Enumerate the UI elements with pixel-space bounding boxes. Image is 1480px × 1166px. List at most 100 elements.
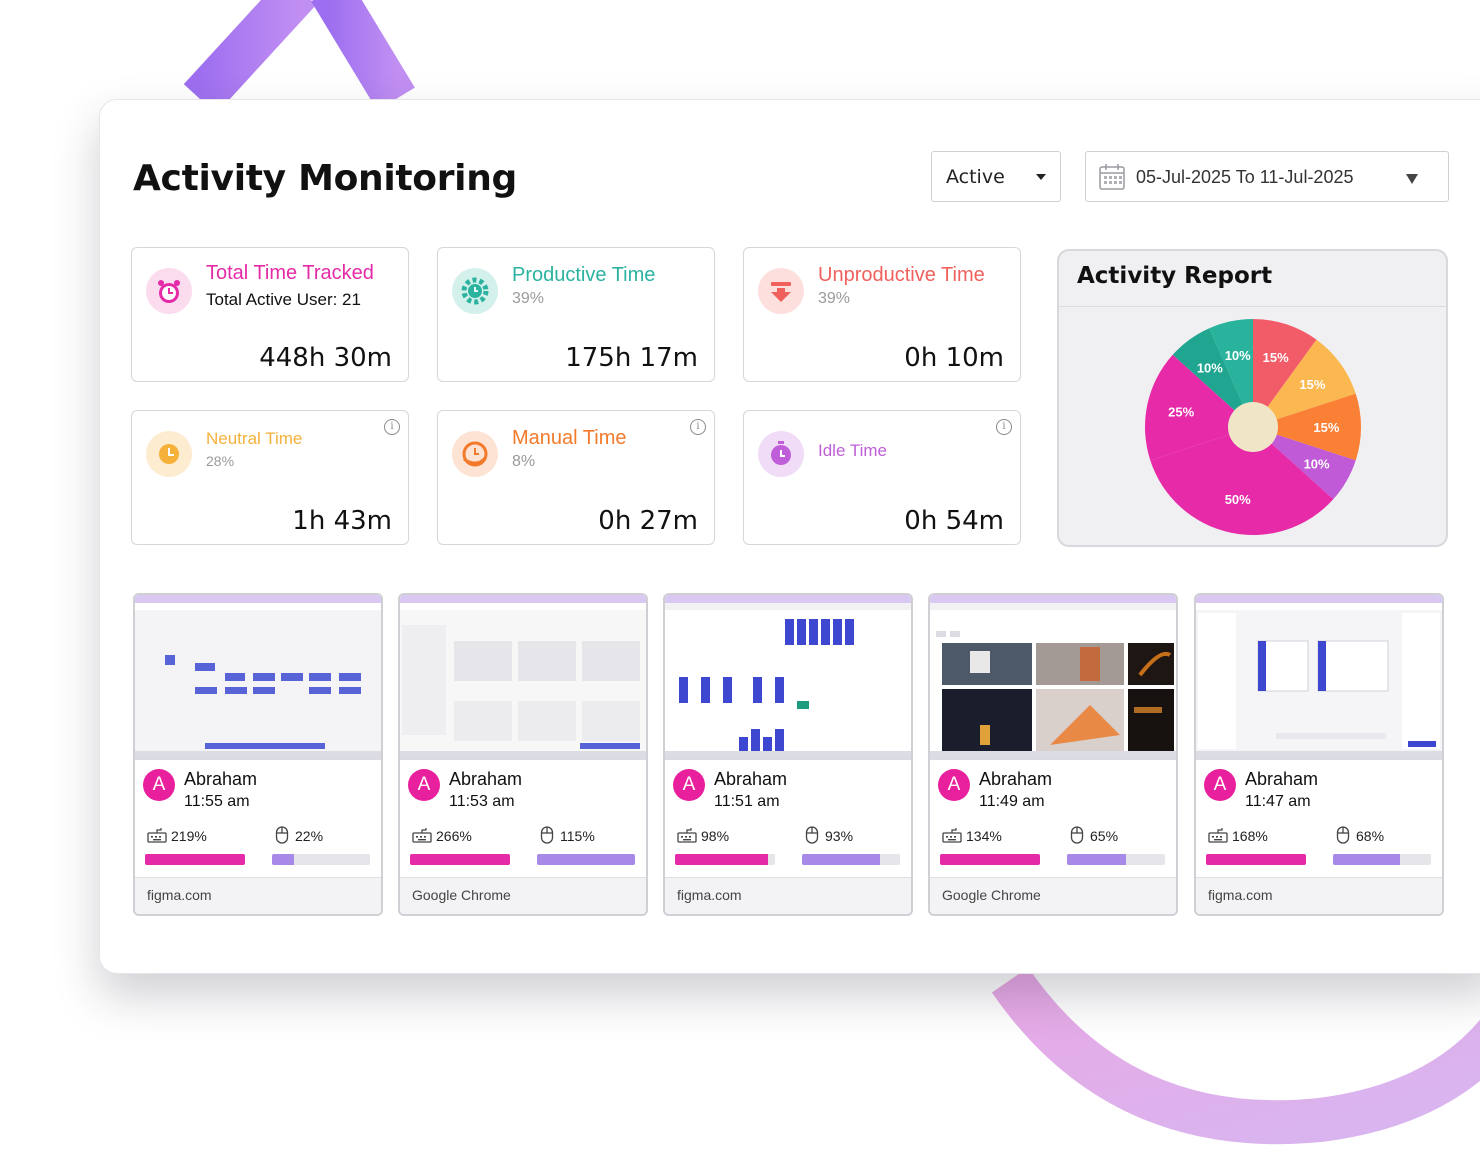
card-footer: figma.com	[665, 877, 911, 914]
pie-slice-label: 15%	[1299, 377, 1325, 392]
stat-manual-time[interactable]: Manual Time 8% i 0h 27m	[437, 410, 715, 545]
mouse-percent: 115%	[560, 828, 595, 844]
app-name: Google Chrome	[942, 887, 1041, 903]
screenshot-card[interactable]: A Abraham 11:47 am 168% 68% figma.com	[1194, 593, 1444, 916]
screenshot-thumbnail[interactable]	[930, 595, 1176, 760]
keyboard-activity-bar	[1206, 854, 1306, 865]
stat-idle-time[interactable]: Idle Time i 0h 54m	[743, 410, 1021, 545]
caret-down-icon	[1036, 174, 1046, 180]
stat-label: Neutral Time	[206, 429, 303, 448]
pie-slice-label: 15%	[1313, 420, 1339, 435]
down-arrow-icon	[758, 268, 804, 314]
capture-time: 11:53 am	[449, 793, 515, 810]
stat-value: 175h 17m	[565, 343, 698, 373]
stat-unproductive-time[interactable]: Unproductive Time 39% 0h 10m	[743, 247, 1021, 382]
stat-label: Total Time Tracked	[206, 262, 374, 284]
keyboard-percent: 219%	[171, 828, 207, 844]
status-select-value: Active	[946, 166, 1005, 188]
card-footer: figma.com	[1196, 877, 1442, 914]
screenshot-thumbnail[interactable]	[1196, 595, 1442, 760]
card-footer: Google Chrome	[930, 877, 1176, 914]
stat-sub: 8%	[512, 453, 536, 470]
screenshot-thumbnail[interactable]	[665, 595, 911, 760]
card-footer: Google Chrome	[400, 877, 646, 914]
mouse-percent: 68%	[1356, 828, 1385, 844]
stat-label: Idle Time	[818, 441, 887, 460]
keyboard-activity-bar	[410, 854, 510, 865]
stat-value: 1h 43m	[292, 506, 392, 536]
pie-slice-label: 10%	[1197, 361, 1223, 376]
date-range-value: 05-Jul-2025 To 11-Jul-2025	[1136, 167, 1354, 187]
capture-time: 11:55 am	[184, 793, 250, 810]
user-name: Abraham	[449, 769, 523, 789]
mouse-activity-bar	[1333, 854, 1431, 865]
stat-total-time[interactable]: Total Time Tracked Total Active User: 21…	[131, 247, 409, 382]
avatar: A	[143, 769, 175, 801]
stat-value: 0h 27m	[598, 506, 698, 536]
mouse-activity-bar	[1067, 854, 1165, 865]
screenshot-card[interactable]: A Abraham 11:49 am 134% 65% Google Chrom…	[928, 593, 1178, 916]
keyboard-icon	[677, 828, 697, 843]
keyboard-percent: 266%	[436, 828, 472, 844]
hand-clock-icon	[452, 431, 498, 477]
capture-time: 11:47 am	[1245, 793, 1311, 810]
keyboard-icon	[147, 828, 167, 843]
info-icon[interactable]: i	[996, 419, 1012, 435]
mouse-icon	[1336, 826, 1350, 844]
card-footer: figma.com	[135, 877, 381, 914]
avatar: A	[938, 769, 970, 801]
status-select[interactable]: Active	[931, 151, 1061, 202]
mouse-icon	[1070, 826, 1084, 844]
mouse-icon	[275, 826, 289, 844]
avatar: A	[408, 769, 440, 801]
keyboard-icon	[942, 828, 962, 843]
screenshot-card[interactable]: A Abraham 11:55 am 219% 22% figma.com	[133, 593, 383, 916]
keyboard-percent: 98%	[701, 828, 730, 844]
stat-value: 0h 10m	[904, 343, 1004, 373]
pie-center-hole	[1228, 402, 1278, 452]
mouse-activity-bar	[272, 854, 370, 865]
stat-productive-time[interactable]: Productive Time 39% 175h 17m	[437, 247, 715, 382]
stat-neutral-time[interactable]: Neutral Time 28% i 1h 43m	[131, 410, 409, 545]
pie-slice-label: 50%	[1225, 492, 1251, 507]
screenshot-card[interactable]: A Abraham 11:53 am 266% 115% Google Chro…	[398, 593, 648, 916]
avatar: A	[1204, 769, 1236, 801]
alarm-clock-icon	[146, 268, 192, 314]
screenshot-thumbnail[interactable]	[135, 595, 381, 760]
capture-time: 11:49 am	[979, 793, 1045, 810]
stat-sub: 28%	[206, 453, 235, 469]
activity-pie-chart: 15%15%15%10%50%25%10%10%	[1145, 319, 1361, 535]
stat-sub: Total Active User: 21	[206, 290, 361, 309]
mouse-activity-bar	[802, 854, 900, 865]
info-icon[interactable]: i	[690, 419, 706, 435]
report-title: Activity Report	[1077, 263, 1273, 289]
stat-value: 0h 54m	[904, 506, 1004, 536]
calendar-icon	[1099, 164, 1125, 190]
keyboard-activity-bar	[145, 854, 245, 865]
pie-slice-label: 10%	[1304, 457, 1330, 472]
mouse-icon	[805, 826, 819, 844]
user-name: Abraham	[979, 769, 1053, 789]
stat-sub: 39%	[512, 290, 545, 307]
keyboard-activity-bar	[675, 854, 775, 865]
pie-slice-label: 10%	[1225, 348, 1251, 363]
screenshot-card[interactable]: A Abraham 11:51 am 98% 93% figma.com	[663, 593, 913, 916]
stat-label: Manual Time	[512, 427, 627, 449]
info-icon[interactable]: i	[384, 419, 400, 435]
date-range-picker[interactable]: 05-Jul-2025 To 11-Jul-2025	[1085, 151, 1449, 202]
activity-report-card: Activity Report 15% 15% 15% 10% 50% 25% 10% 10%	[1057, 249, 1448, 547]
app-name: figma.com	[1208, 887, 1273, 903]
keyboard-icon	[412, 828, 432, 843]
mouse-activity-bar	[537, 854, 635, 865]
screenshot-thumbnail[interactable]	[400, 595, 646, 760]
user-name: Abraham	[1245, 769, 1319, 789]
keyboard-percent: 134%	[966, 828, 1002, 844]
keyboard-activity-bar	[940, 854, 1040, 865]
keyboard-percent: 168%	[1232, 828, 1268, 844]
app-name: Google Chrome	[412, 887, 511, 903]
keyboard-icon	[1208, 828, 1228, 843]
user-name: Abraham	[184, 769, 258, 789]
capture-time: 11:51 am	[714, 793, 780, 810]
pie-slice-label: 15%	[1263, 350, 1289, 365]
gear-clock-icon	[452, 268, 498, 314]
